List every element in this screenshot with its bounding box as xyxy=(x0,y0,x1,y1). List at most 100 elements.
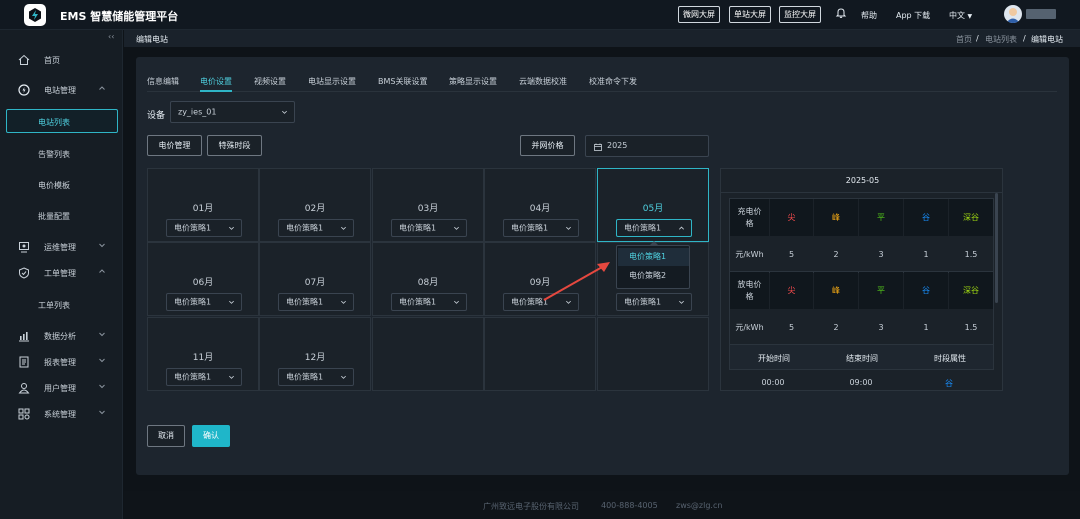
price-cell: 1.5 xyxy=(964,322,978,332)
sidebar-item-maintenance[interactable]: 运维管理 xyxy=(0,239,123,255)
month-cell: 08月 电价策略1 xyxy=(372,242,484,316)
month-strategy-select[interactable]: 电价策略1 xyxy=(166,219,242,237)
sidebar-subitem-batch-config[interactable]: 批量配置 xyxy=(38,211,70,222)
breadcrumb-bar: 编辑电站 首页 / 电站列表 / 编辑电站 xyxy=(124,30,1080,47)
month-label: 01月 xyxy=(192,204,214,214)
device-select[interactable]: zy_ies_01 xyxy=(170,101,295,123)
month-strategy-select[interactable]: 电价策略1 xyxy=(278,368,354,386)
strategy-value: 电价策略1 xyxy=(286,372,324,382)
sidebar-item-report[interactable]: 报表管理 xyxy=(0,354,123,370)
table-row: 放电价格 尖 峰 平 谷 深谷 xyxy=(730,272,993,309)
month-strategy-select[interactable]: 电价策略1 xyxy=(616,293,692,311)
sidebar-item-workorder[interactable]: 工单管理 xyxy=(0,265,123,281)
tab-display-settings[interactable]: 电站显示设置 xyxy=(308,76,356,87)
tab-info-edit[interactable]: 信息编辑 xyxy=(147,76,179,87)
strategy-value: 电价策略1 xyxy=(174,223,212,233)
station-icon xyxy=(18,84,30,96)
month-label: 05月 xyxy=(642,204,664,214)
bell-icon[interactable] xyxy=(835,7,847,19)
chart-icon xyxy=(19,332,29,342)
month-cell-empty xyxy=(597,317,709,391)
price-panel-title: 2025-05 xyxy=(721,169,1002,193)
tier-sharp: 尖 xyxy=(770,199,813,236)
month-label: 12月 xyxy=(304,353,326,363)
month-strategy-select[interactable]: 电价策略1 xyxy=(166,293,242,311)
app-logo[interactable] xyxy=(24,4,46,26)
help-link[interactable]: 帮助 xyxy=(861,10,877,21)
tab-strategy-display[interactable]: 策略显示设置 xyxy=(449,76,497,87)
breadcrumb-current: 编辑电站 xyxy=(1031,35,1063,44)
sidebar: ‹‹ 首页 电站管理 电站列表 告警列表 电价模板 批量配置 运维管理 工单管理… xyxy=(0,30,123,519)
month-strategy-select[interactable]: 电价策略1 xyxy=(278,293,354,311)
grid-price-button[interactable]: 并网价格 xyxy=(520,135,575,156)
tab-calibration-command[interactable]: 校准命令下发 xyxy=(589,76,637,87)
strategy-value: 电价策略1 xyxy=(399,223,437,233)
start-time-header: 开始时间 xyxy=(758,354,790,363)
microgrid-screen-button[interactable]: 微网大屏 xyxy=(678,6,720,23)
special-period-button[interactable]: 特殊时段 xyxy=(207,135,262,156)
sidebar-item-home[interactable]: 首页 xyxy=(0,52,123,68)
maintenance-icon xyxy=(19,242,29,253)
sidebar-subitem-alarm-list[interactable]: 告警列表 xyxy=(38,149,70,160)
month-strategy-select[interactable]: 电价策略1 xyxy=(278,219,354,237)
tier-flat: 平 xyxy=(859,199,903,236)
strategy-value: 电价策略1 xyxy=(286,223,324,233)
year-picker[interactable]: 2025 xyxy=(585,135,709,157)
app-download-link[interactable]: App 下载 xyxy=(896,10,930,21)
footer-phone: 400-888-4005 xyxy=(601,501,658,510)
device-label: 设备 xyxy=(147,111,166,121)
sidebar-subitem-price-template[interactable]: 电价模板 xyxy=(38,180,70,191)
single-station-screen-button[interactable]: 单站大屏 xyxy=(729,6,771,23)
collapse-icon[interactable]: ‹‹ xyxy=(108,32,114,41)
tab-cloud-calibration[interactable]: 云端数据校准 xyxy=(519,76,567,87)
monitor-screen-button[interactable]: 监控大屏 xyxy=(779,6,821,23)
dropdown-option-strategy-1[interactable]: 电价策略1 xyxy=(618,248,689,266)
confirm-button[interactable]: 确认 xyxy=(192,425,230,447)
sidebar-item-label: 报表管理 xyxy=(44,358,76,367)
tier-deep-valley: 深谷 xyxy=(949,272,993,309)
month-strategy-select[interactable]: 电价策略1 xyxy=(391,219,467,237)
sidebar-item-analysis[interactable]: 数据分析 xyxy=(0,328,123,344)
avatar[interactable] xyxy=(1004,5,1022,23)
chevron-up-icon xyxy=(99,269,105,273)
language-select[interactable]: 中文 ▼ xyxy=(949,10,972,21)
tab-price-settings[interactable]: 电价设置 xyxy=(200,76,232,87)
sidebar-subitem-workorder-list[interactable]: 工单列表 xyxy=(38,300,70,311)
sidebar-item-user[interactable]: 用户管理 xyxy=(0,380,123,396)
chevron-down-icon xyxy=(229,375,234,379)
breadcrumb-separator: / xyxy=(1023,34,1026,43)
cancel-button[interactable]: 取消 xyxy=(147,425,185,447)
month-cell: 01月电价策略1 xyxy=(147,168,259,242)
active-tab-indicator xyxy=(200,90,232,92)
chevron-down-icon xyxy=(679,300,684,304)
footer-company: 广州致远电子股份有限公司 xyxy=(483,502,579,511)
tab-bms-settings[interactable]: BMS关联设置 xyxy=(378,76,427,87)
tab-video-settings[interactable]: 视频设置 xyxy=(254,76,286,87)
dropdown-option-strategy-2[interactable]: 电价策略2 xyxy=(618,267,689,285)
price-detail-panel: 2025-05 充电价格 尖 峰 平 谷 深谷 元/kWh 5 2 3 1 1.… xyxy=(720,168,1003,391)
price-cell: 3 xyxy=(878,322,884,332)
breadcrumb-station-list[interactable]: 电站列表 xyxy=(985,34,1017,45)
month-strategy-select[interactable]: 电价策略1 xyxy=(166,368,242,386)
month-cell: 11月电价策略1 xyxy=(147,317,259,391)
footer-email: zws@zlg.cn xyxy=(676,501,723,510)
top-bar: EMS 智慧储能管理平台 微网大屏 单站大屏 监控大屏 帮助 App 下载 中文… xyxy=(0,0,1080,30)
year-value: 2025 xyxy=(607,141,628,150)
breadcrumb-home[interactable]: 首页 xyxy=(956,34,972,45)
footer: 广州致远电子股份有限公司 400-888-4005 zws@zlg.cn xyxy=(124,491,1080,519)
month-strategy-select[interactable]: 电价策略1 xyxy=(503,219,579,237)
chevron-down-icon xyxy=(99,358,105,363)
sidebar-item-system[interactable]: 系统管理 xyxy=(0,406,123,422)
username-blurred[interactable] xyxy=(1026,9,1056,19)
month-strategy-select[interactable]: 电价策略1 xyxy=(616,219,692,237)
month-label: 11月 xyxy=(192,353,214,363)
price-manage-button[interactable]: 电价管理 xyxy=(147,135,202,156)
month-strategy-select[interactable]: 电价策略1 xyxy=(391,293,467,311)
tier-peak: 峰 xyxy=(814,272,858,309)
sidebar-subitem-station-list[interactable]: 电站列表 xyxy=(6,109,118,133)
price-panel-scrollbar[interactable] xyxy=(995,193,998,303)
sidebar-item-station[interactable]: 电站管理 xyxy=(0,82,123,98)
table-row: 充电价格 尖 峰 平 谷 深谷 xyxy=(730,199,993,236)
month-cell: 02月 电价策略1 xyxy=(259,168,371,242)
tier-valley: 谷 xyxy=(904,199,948,236)
